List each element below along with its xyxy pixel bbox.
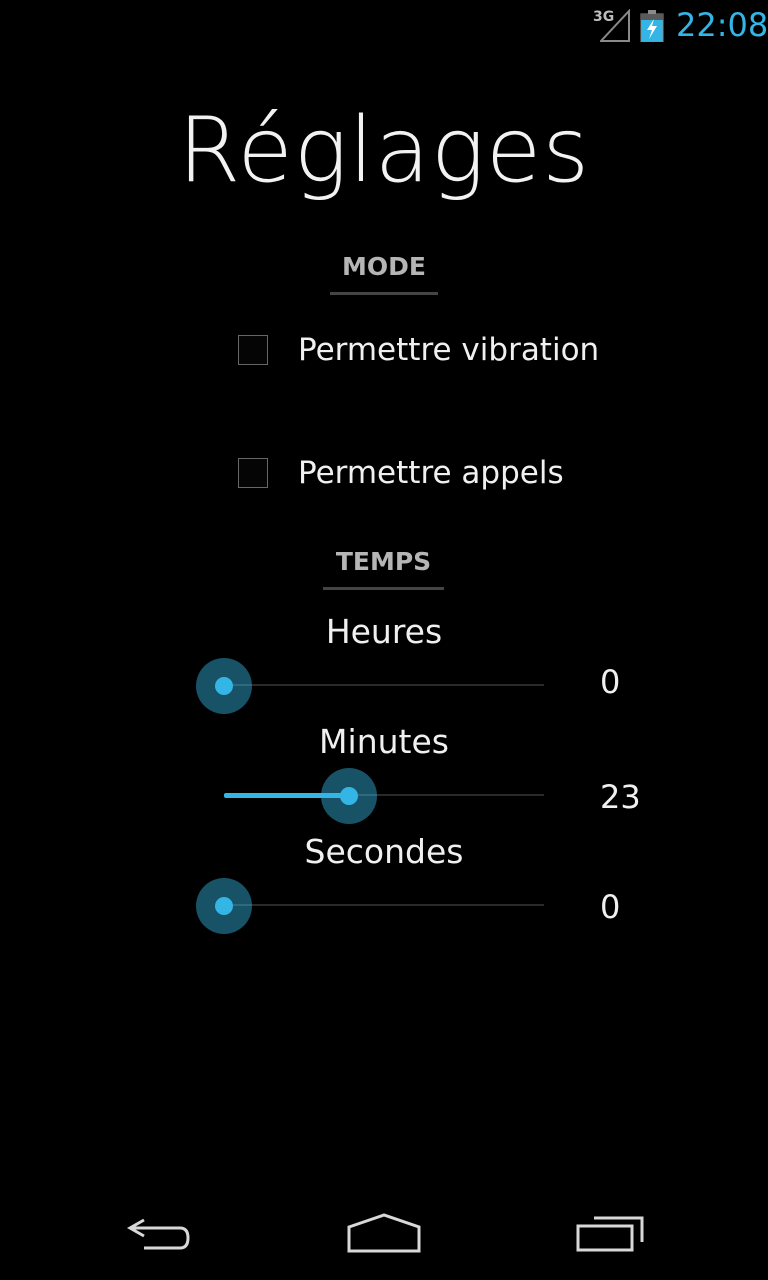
back-icon [126, 1218, 190, 1250]
checkbox-row-vibration[interactable]: Permettre vibration [238, 330, 599, 370]
navigation-bar [0, 1184, 768, 1280]
home-button[interactable] [336, 1204, 432, 1264]
vibration-checkbox[interactable] [238, 335, 268, 365]
page-title: Réglages [177, 98, 591, 203]
section-divider [323, 587, 444, 590]
slider-thumb[interactable] [196, 878, 252, 934]
hours-slider[interactable] [196, 656, 546, 716]
status-bar: 3G 22:08 [0, 0, 768, 50]
section-header-mode: MODE [330, 252, 438, 295]
clock: 22:08 [676, 6, 768, 44]
seconds-label: Secondes [304, 832, 464, 871]
section-header-temps: TEMPS [323, 547, 444, 590]
recent-apps-button[interactable] [562, 1204, 658, 1264]
hours-label: Heures [325, 612, 443, 651]
minutes-value: 23 [600, 778, 641, 816]
seconds-slider[interactable] [196, 876, 546, 936]
home-icon [347, 1213, 421, 1253]
signal-icon [600, 9, 630, 42]
seconds-value: 0 [600, 888, 621, 926]
checkbox-row-calls[interactable]: Permettre appels [238, 453, 564, 493]
section-header-mode-label: MODE [342, 252, 426, 281]
section-divider [330, 292, 438, 295]
vibration-checkbox-label[interactable]: Permettre vibration [298, 332, 599, 368]
calls-checkbox[interactable] [238, 458, 268, 488]
battery-charging-icon [640, 10, 664, 42]
back-button[interactable] [112, 1204, 208, 1264]
minutes-label: Minutes [319, 722, 449, 761]
hours-value: 0 [600, 663, 621, 701]
slider-thumb[interactable] [320, 768, 377, 824]
slider-track [224, 904, 544, 906]
section-header-temps-label: TEMPS [335, 547, 432, 576]
calls-checkbox-label[interactable]: Permettre appels [298, 455, 564, 491]
slider-track [224, 684, 544, 686]
recent-apps-icon [576, 1216, 644, 1252]
slider-thumb[interactable] [196, 658, 252, 714]
minutes-slider[interactable] [196, 766, 546, 826]
